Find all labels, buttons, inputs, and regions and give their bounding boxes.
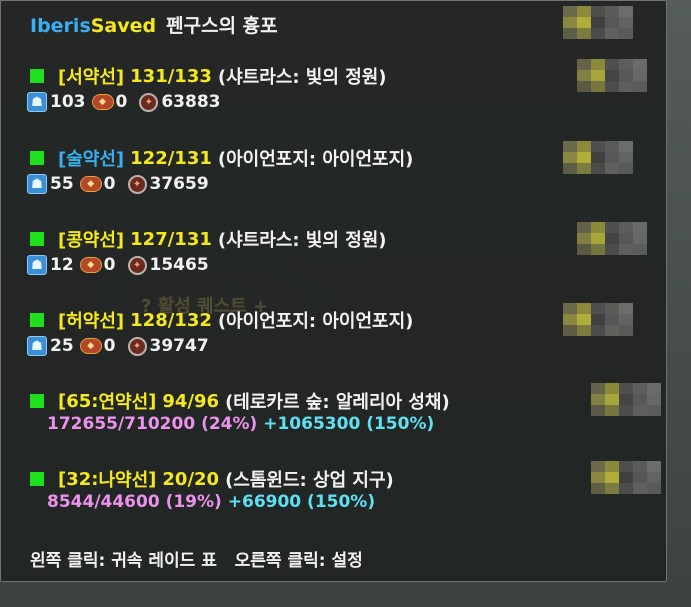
monster-head-icon: ☗ [27, 255, 47, 275]
badge-count: 37659 [149, 174, 209, 194]
left-click-hint: 왼쪽 클릭: 귀속 레이드 표 [30, 551, 217, 571]
status-square-icon [30, 151, 44, 165]
monster-head-icon: ☗ [27, 336, 47, 356]
badge-medal-icon: ✦ [127, 174, 147, 194]
character-name: [술약선] [58, 149, 125, 170]
experience-value: 172655/710200 (24%) [47, 414, 258, 434]
title-name-part2: Saved [90, 15, 157, 37]
experience-value: 8544/44600 (19%) [47, 492, 222, 512]
character-location: (아이언포지: 아이언포지) [217, 311, 414, 332]
character-name: 나약선 [98, 470, 149, 491]
pixelated-block [577, 222, 647, 255]
character-name: [서약선] [58, 67, 125, 88]
pixelated-block [563, 303, 633, 336]
character-location: (테로카르 숲: 알레리아 성채) [225, 392, 450, 413]
pixelated-block [591, 461, 661, 494]
coin-icon: ◆ [79, 176, 102, 192]
character-name-suffix: ] [148, 390, 157, 412]
footer-hint: 왼쪽 클릭: 귀속 레이드 표 오른쪽 클릭: 설정 [30, 546, 363, 571]
coin-icon: ◆ [79, 257, 102, 273]
status-square-icon [30, 394, 44, 408]
monster-count: 55 [50, 174, 74, 194]
title-name-part1: Iberis [30, 15, 91, 37]
character-name-prefix: [32: [58, 468, 99, 490]
character-location: (샤트라스: 빛의 정원) [217, 230, 387, 251]
character-progress: 128/132 [130, 309, 212, 331]
character-entry: [술약선] 122/131 (아이언포지: 아이언포지) ☗ 55 ◆ 0 ✦ … [27, 145, 414, 197]
character-name: [허약선] [58, 311, 125, 332]
character-entry: [32: 나약선] 20/20 (스톰윈드: 상업 지구) 8544/44600 … [30, 466, 394, 518]
rested-experience-value: +66900 (150%) [227, 492, 376, 512]
coin-count: 0 [115, 92, 128, 112]
status-square-icon [30, 472, 44, 486]
status-square-icon [30, 232, 44, 246]
coin-count: 0 [103, 255, 116, 275]
right-click-hint: 오른쪽 클릭: 설정 [234, 551, 363, 571]
character-progress: 20/20 [162, 468, 220, 490]
coin-icon: ◆ [79, 338, 102, 354]
character-entry: [65: 연약선] 94/96 (테로카르 숲: 알레리아 성채) 172655/… [30, 388, 450, 440]
character-entry: [허약선] 128/132 (아이언포지: 아이언포지) ☗ 25 ◆ 0 ✦ … [27, 307, 414, 359]
badge-medal-icon: ✦ [127, 336, 147, 356]
character-progress: 94/96 [162, 390, 220, 412]
character-location: (스톰윈드: 상업 지구) [225, 470, 394, 491]
monster-head-icon: ☗ [27, 92, 47, 112]
coin-icon: ◆ [91, 94, 114, 110]
character-name-prefix: [65: [58, 390, 99, 412]
monster-count: 25 [50, 336, 74, 356]
monster-count: 12 [50, 255, 74, 275]
title-subtitle: 펜구스의 흉포 [166, 15, 278, 37]
character-progress: 127/131 [130, 228, 212, 250]
character-name-suffix: ] [148, 468, 157, 490]
pixelated-block [591, 383, 661, 416]
pixelated-block [563, 141, 633, 174]
monster-head-icon: ☗ [27, 174, 47, 194]
badge-medal-icon: ✦ [127, 255, 147, 275]
badge-medal-icon: ✦ [139, 92, 159, 112]
coin-count: 0 [103, 336, 116, 356]
character-name: [콩약선] [58, 230, 125, 251]
character-location: (아이언포지: 아이언포지) [217, 149, 414, 170]
character-progress: 122/131 [130, 147, 212, 169]
status-square-icon [30, 313, 44, 327]
badge-count: 39747 [149, 336, 209, 356]
character-entry: [서약선] 131/133 (샤트라스: 빛의 정원) ☗ 103 ◆ 0 ✦ … [27, 63, 387, 115]
tooltip-title: IberisSaved 펜구스의 흉포 [30, 11, 278, 38]
tooltip-panel: ? 활성 퀘스트 + IberisSaved 펜구스의 흉포 [서약선] 131/… [0, 0, 667, 582]
badge-count: 63883 [161, 92, 221, 112]
status-square-icon [30, 69, 44, 83]
pixelated-block [563, 6, 633, 39]
badge-count: 15465 [149, 255, 209, 275]
rested-experience-value: +1065300 (150%) [263, 414, 435, 434]
character-name: 연약선 [98, 392, 149, 413]
character-entry: [콩약선] 127/131 (샤트라스: 빛의 정원) ☗ 12 ◆ 0 ✦ 1… [27, 226, 387, 278]
monster-count: 103 [50, 92, 86, 112]
character-location: (샤트라스: 빛의 정원) [217, 67, 387, 88]
pixelated-block [577, 59, 647, 92]
character-progress: 131/133 [130, 65, 212, 87]
coin-count: 0 [103, 174, 116, 194]
